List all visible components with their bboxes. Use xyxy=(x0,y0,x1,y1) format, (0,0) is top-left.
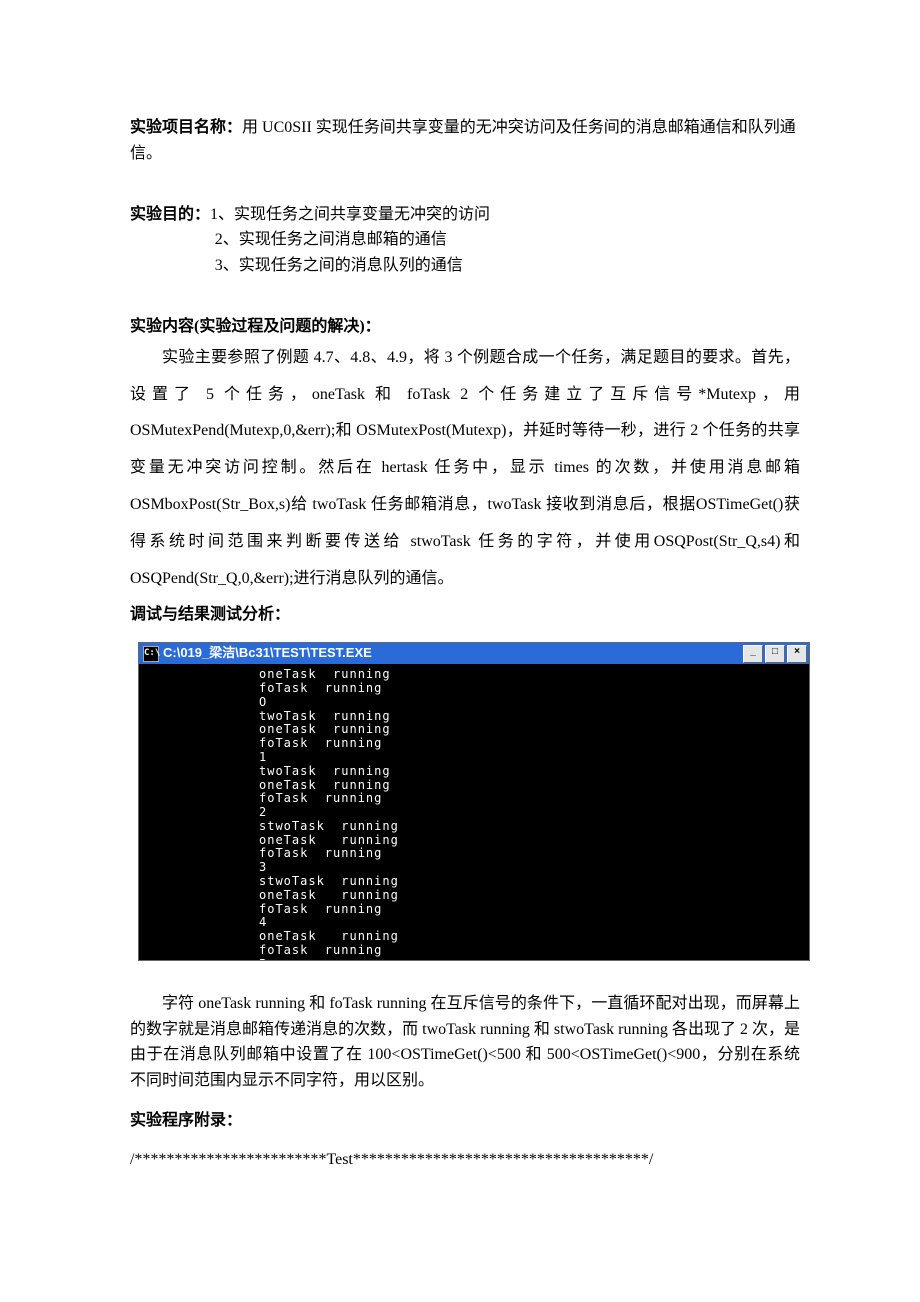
document-page: 实验项目名称：用 UC0SII 实现任务间共享变量的无冲突访问及任务间的消息邮箱… xyxy=(0,0,920,1302)
label-appendix: 实验程序附录： xyxy=(130,1108,800,1134)
label-objectives: 实验目的： xyxy=(130,206,210,223)
terminal-output: oneTask running foTask running O twoTask… xyxy=(139,664,809,960)
terminal-app-icon: C:\ xyxy=(143,646,159,662)
objective-3: 3、实现任务之间的消息队列的通信 xyxy=(130,253,800,279)
section-project-name: 实验项目名称：用 UC0SII 实现任务间共享变量的无冲突访问及任务间的消息邮箱… xyxy=(130,115,800,166)
label-analysis: 调试与结果测试分析： xyxy=(130,597,800,634)
code-separator: /************************Test***********… xyxy=(130,1147,800,1173)
text-content-body: 实验主要参照了例题 4.7、4.8、4.9，将 3 个例题合成一个任务，满足题目… xyxy=(130,340,800,598)
section-objectives: 实验目的：1、实现任务之间共享变量无冲突的访问 2、实现任务之间消息邮箱的通信 … xyxy=(130,202,800,279)
maximize-button[interactable]: □ xyxy=(765,645,785,663)
label-content: 实验内容(实验过程及问题的解决)： xyxy=(130,314,800,340)
terminal-titlebar: C:\ C:\019_梁洁\Bc31\TEST\TEST.EXE _ □ × xyxy=(139,643,809,664)
terminal-title: C:\019_梁洁\Bc31\TEST\TEST.EXE xyxy=(163,643,743,664)
minimize-button[interactable]: _ xyxy=(743,645,763,663)
close-button[interactable]: × xyxy=(787,645,807,663)
terminal-window: C:\ C:\019_梁洁\Bc31\TEST\TEST.EXE _ □ × o… xyxy=(138,642,810,961)
objective-1: 1、实现任务之间共享变量无冲突的访问 xyxy=(210,206,490,223)
text-analysis: 字符 oneTask running 和 foTask running 在互斥信… xyxy=(130,991,800,1093)
window-controls: _ □ × xyxy=(743,645,807,663)
objective-2: 2、实现任务之间消息邮箱的通信 xyxy=(130,227,800,253)
label-project-name: 实验项目名称： xyxy=(130,119,242,136)
